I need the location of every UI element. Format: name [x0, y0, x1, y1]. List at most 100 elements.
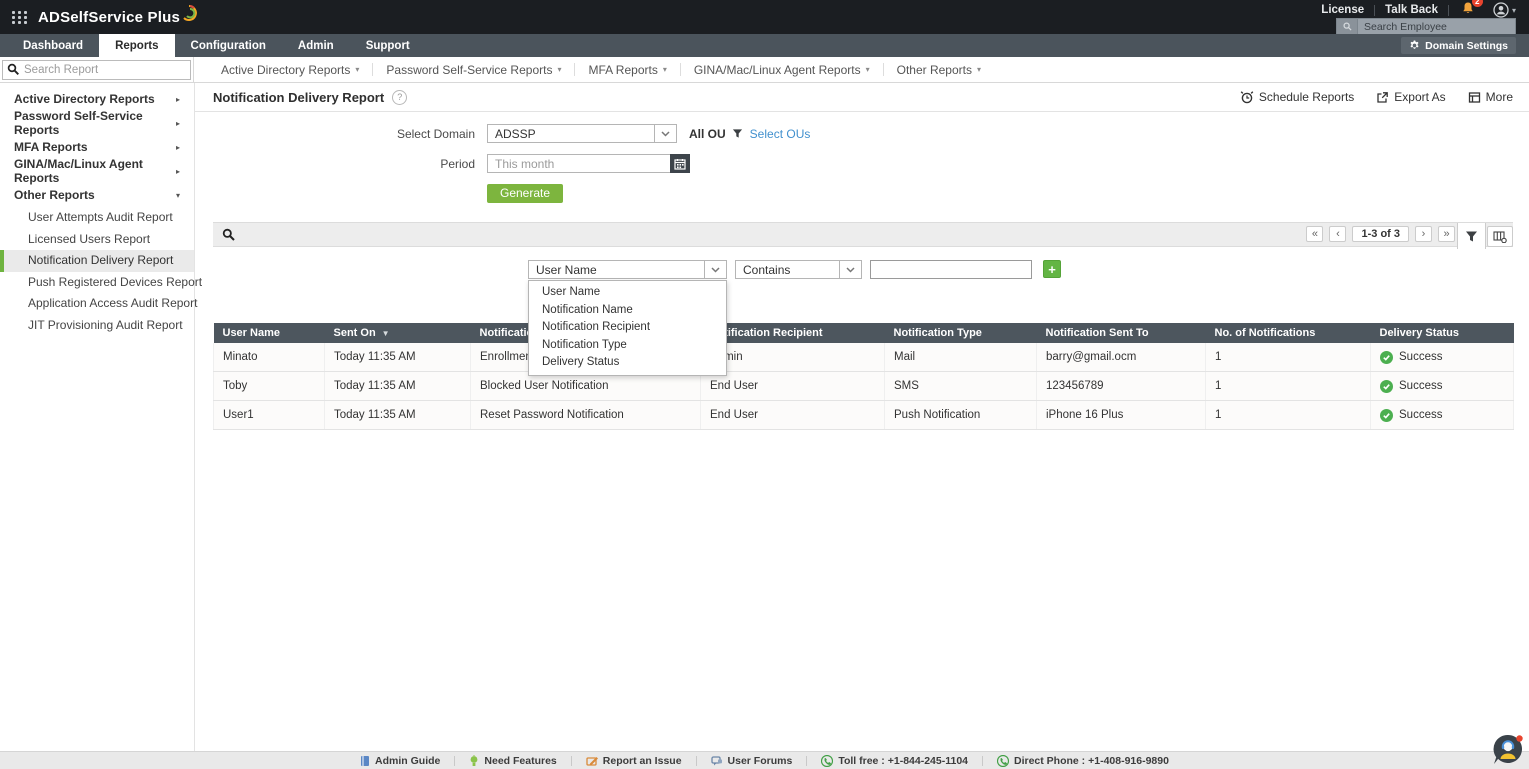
success-check-icon [1380, 380, 1393, 393]
cell-notification-type: SMS [885, 372, 1037, 401]
cell-user-name: Toby [214, 372, 325, 401]
filter-funnel-icon[interactable] [732, 128, 743, 139]
export-as-button[interactable]: Export As [1376, 90, 1445, 104]
sidebar-group-other-reports[interactable]: Other Reports▾ [0, 183, 194, 207]
filter-operator-select[interactable]: Contains [735, 260, 862, 279]
prev-page-button[interactable]: ‹ [1329, 226, 1346, 242]
filter-toggle-button[interactable] [1457, 223, 1486, 249]
subnav-gina-mac-linux-agent-reports[interactable]: GINA/Mac/Linux Agent Reports▾ [681, 63, 883, 77]
need-features-link[interactable]: Need Features [455, 755, 570, 767]
tab-admin[interactable]: Admin [282, 34, 350, 57]
report-table: User Name Sent On▼ Notification Name Not… [213, 323, 1514, 430]
tab-reports[interactable]: Reports [99, 34, 174, 57]
cell-notification-name: Reset Password Notification [471, 401, 701, 430]
cell-notification-sent-to: 123456789 [1037, 372, 1206, 401]
sort-desc-icon: ▼ [382, 329, 390, 338]
search-employee-input[interactable] [1358, 21, 1515, 33]
column-header-user-name[interactable]: User Name [214, 323, 325, 343]
tab-configuration[interactable]: Configuration [175, 34, 282, 57]
schedule-reports-button[interactable]: Schedule Reports [1240, 90, 1354, 104]
column-chooser-button[interactable] [1487, 226, 1513, 247]
footer-bar: Admin Guide Need Features Report an Issu… [0, 751, 1529, 769]
more-button[interactable]: More [1468, 90, 1513, 104]
column-header-notification-sent-to[interactable]: Notification Sent To [1037, 323, 1206, 343]
export-icon [1376, 91, 1389, 104]
column-header-delivery-status[interactable]: Delivery Status [1371, 323, 1514, 343]
column-header-no-of-notifications[interactable]: No. of Notifications [1206, 323, 1371, 343]
filter-column-select[interactable]: User Name [528, 260, 727, 279]
last-page-button[interactable]: » [1438, 226, 1455, 242]
table-row: Toby Today 11:35 AM Blocked User Notific… [214, 372, 1514, 401]
dropdown-option-notification-name[interactable]: Notification Name [529, 302, 726, 320]
sidebar-item-licensed-users-report[interactable]: Licensed Users Report [0, 229, 194, 251]
help-icon[interactable]: ? [392, 90, 407, 105]
cell-delivery-status: Success [1371, 401, 1514, 430]
report-an-issue-link[interactable]: Report an Issue [572, 755, 696, 767]
column-header-notification-type[interactable]: Notification Type [885, 323, 1037, 343]
filter-value-input[interactable] [870, 260, 1032, 279]
add-filter-button[interactable]: + [1043, 260, 1061, 278]
admin-guide-link[interactable]: Admin Guide [346, 755, 454, 767]
subnav-active-directory-reports[interactable]: Active Directory Reports▾ [208, 63, 372, 77]
status-text: Success [1399, 409, 1442, 421]
dropdown-option-notification-recipient[interactable]: Notification Recipient [529, 319, 726, 337]
cell-notification-sent-to: iPhone 16 Plus [1037, 401, 1206, 430]
chevron-down-icon [839, 261, 861, 278]
tab-dashboard[interactable]: Dashboard [7, 34, 99, 57]
cell-notification-type: Mail [885, 343, 1037, 372]
dropdown-option-notification-type[interactable]: Notification Type [529, 337, 726, 355]
more-actions-icon [1468, 91, 1481, 104]
search-report-input[interactable] [20, 64, 190, 76]
table-header-row: User Name Sent On▼ Notification Name Not… [214, 323, 1514, 343]
dropdown-option-delivery-status[interactable]: Delivery Status [529, 354, 726, 372]
generate-button[interactable]: Generate [487, 184, 563, 203]
calendar-icon[interactable] [670, 154, 690, 173]
alarm-clock-icon [1240, 90, 1254, 104]
phone-icon [997, 755, 1009, 767]
user-forums-link[interactable]: User Forums [697, 755, 807, 767]
sidebar-item-application-access-audit-report[interactable]: Application Access Audit Report [0, 293, 194, 315]
app-logo-text: ADSelfService Plus [38, 9, 180, 26]
sidebar-item-push-registered-devices-report[interactable]: Push Registered Devices Report [0, 272, 194, 294]
search-icon [7, 63, 20, 76]
chevron-down-icon [704, 261, 726, 278]
subnav-mfa-reports[interactable]: MFA Reports▾ [575, 63, 679, 77]
domain-select[interactable]: ADSSP [487, 124, 677, 143]
first-page-button[interactable]: « [1306, 226, 1323, 242]
sidebar-group-gina-mac-linux-agent-reports[interactable]: GINA/Mac/Linux Agent Reports▸ [0, 159, 194, 183]
cell-no-of-notifications: 1 [1206, 372, 1371, 401]
subnav-other-reports[interactable]: Other Reports▾ [884, 63, 994, 77]
cell-delivery-status: Success [1371, 343, 1514, 372]
user-avatar[interactable]: ▾ [1493, 2, 1516, 18]
dropdown-option-user-name[interactable]: User Name [529, 284, 726, 302]
sidebar-item-user-attempts-audit-report[interactable]: User Attempts Audit Report [0, 207, 194, 229]
grid-search-icon[interactable] [222, 228, 236, 242]
filter-column-dropdown: User Name Notification Name Notification… [528, 280, 727, 376]
column-header-sent-on[interactable]: Sent On▼ [325, 323, 471, 343]
sidebar-group-password-self-service-reports[interactable]: Password Self-Service Reports▸ [0, 111, 194, 135]
employee-search [1336, 18, 1516, 35]
cell-notification-recipient: Admin [701, 343, 885, 372]
status-text: Success [1399, 351, 1442, 363]
period-input[interactable] [487, 154, 670, 173]
chevron-right-icon: ▸ [176, 167, 180, 176]
notifications-bell-icon[interactable]: 2 [1461, 1, 1475, 20]
next-page-button[interactable]: › [1415, 226, 1432, 242]
domain-settings-button[interactable]: Domain Settings [1401, 37, 1516, 54]
apps-grid-icon[interactable] [12, 11, 28, 24]
column-header-notification-recipient[interactable]: Notification Recipient [701, 323, 885, 343]
tab-support[interactable]: Support [350, 34, 426, 57]
sidebar-item-jit-provisioning-audit-report[interactable]: JIT Provisioning Audit Report [0, 315, 194, 337]
talk-back-link[interactable]: Talk Back [1375, 4, 1448, 16]
support-chat-widget[interactable] [1491, 733, 1525, 767]
report-grid: « ‹ 1-3 of 3 › » [213, 222, 1513, 430]
select-ous-link[interactable]: Select OUs [750, 127, 811, 141]
sidebar-item-notification-delivery-report[interactable]: Notification Delivery Report [0, 250, 194, 272]
license-link[interactable]: License [1311, 4, 1374, 16]
subnav-password-self-service-reports[interactable]: Password Self-Service Reports▾ [373, 63, 574, 77]
sidebar-group-mfa-reports[interactable]: MFA Reports▸ [0, 135, 194, 159]
chevron-down-icon: ▾ [176, 191, 180, 200]
top-bar: ADSelfService Plus License Talk Back 2 [0, 0, 1529, 34]
sidebar-group-active-directory-reports[interactable]: Active Directory Reports▸ [0, 87, 194, 111]
all-ou-label: All OU [689, 127, 726, 141]
